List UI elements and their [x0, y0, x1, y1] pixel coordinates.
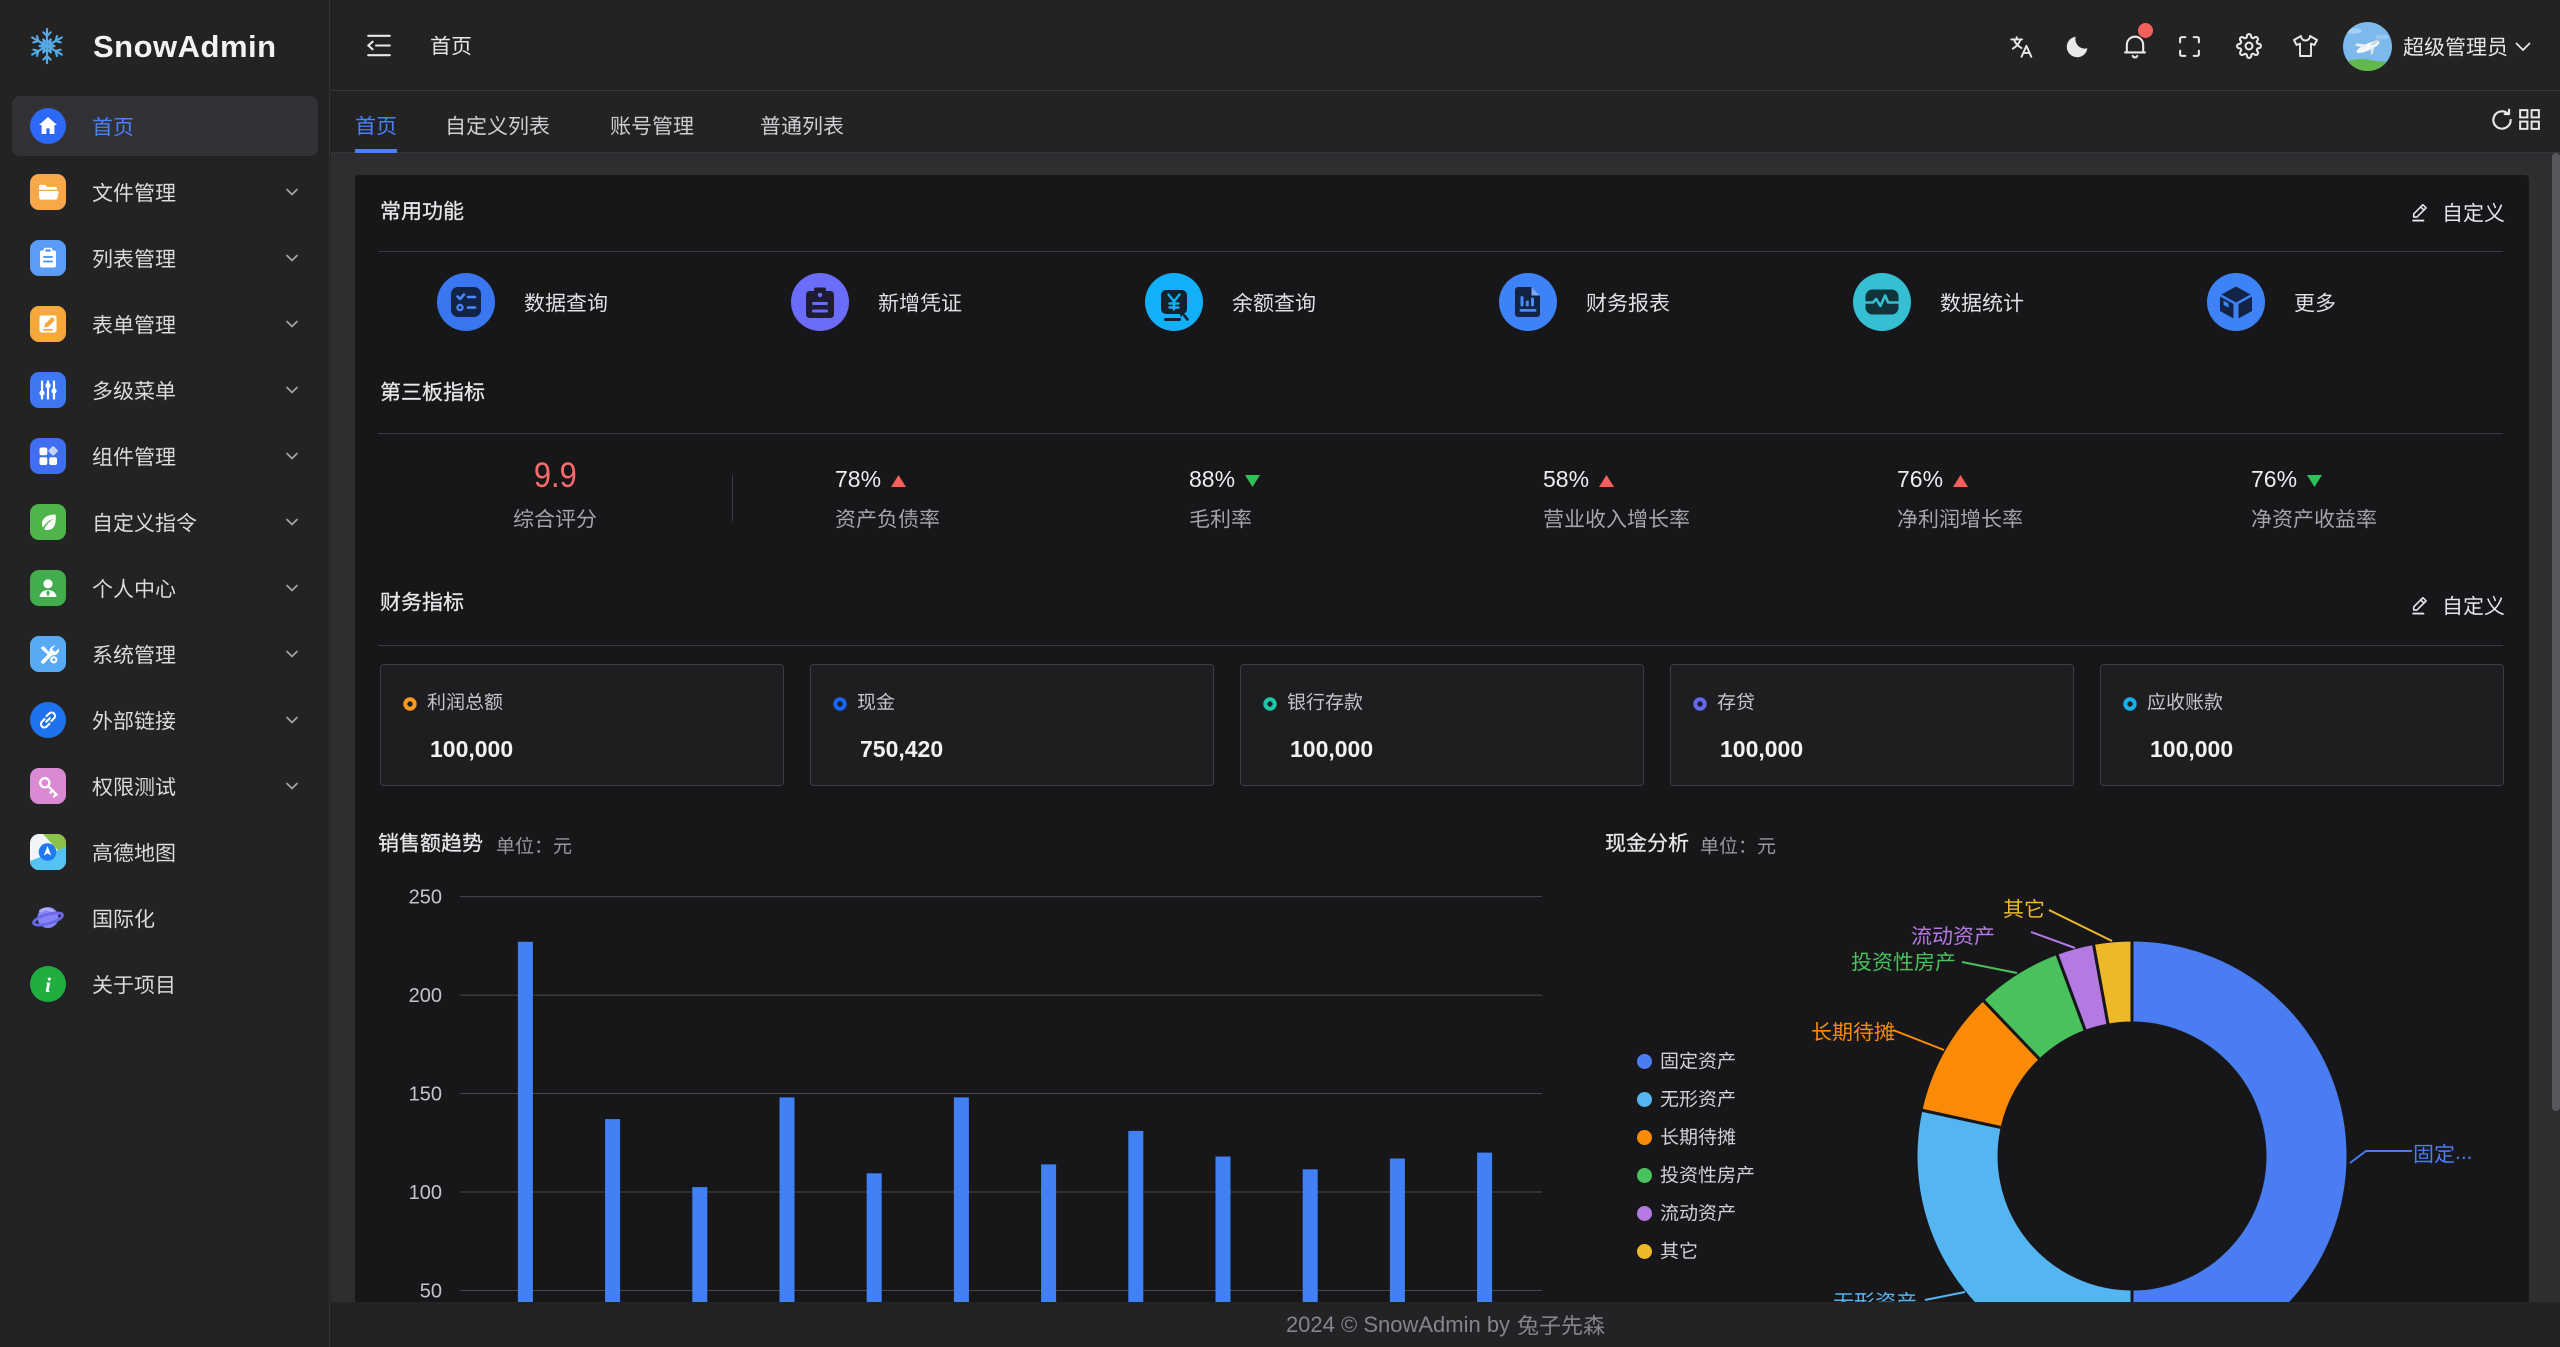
svg-text:200: 200 — [409, 985, 442, 1007]
svg-text:i: i — [45, 973, 51, 997]
svg-text:250: 250 — [409, 887, 442, 909]
svg-text:50: 50 — [420, 1281, 442, 1303]
svg-text:150: 150 — [409, 1084, 442, 1106]
svg-text:100: 100 — [409, 1182, 442, 1204]
